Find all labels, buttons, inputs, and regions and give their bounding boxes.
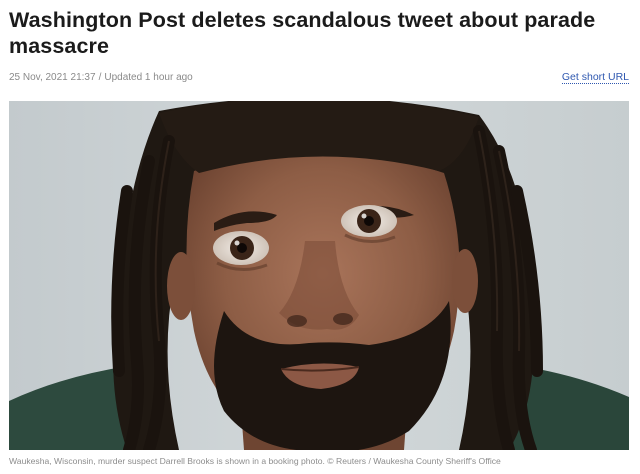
article-dateline: 25 Nov, 2021 21:37/Updated 1 hour ago: [9, 72, 193, 83]
article-photo: [9, 101, 629, 450]
booking-photo-illustration: [9, 101, 629, 450]
meta-separator: /: [98, 72, 102, 83]
photo-caption: Waukesha, Wisconsin, murder suspect Darr…: [9, 456, 501, 466]
article-headline: Washington Post deletes scandalous tweet…: [9, 8, 596, 58]
get-short-url-link[interactable]: Get short URL: [561, 71, 629, 84]
published-date: 25 Nov, 2021 21:37: [9, 72, 96, 83]
updated-time: Updated 1 hour ago: [104, 72, 193, 83]
article-meta: 25 Nov, 2021 21:37/Updated 1 hour ago Ge…: [9, 70, 629, 86]
